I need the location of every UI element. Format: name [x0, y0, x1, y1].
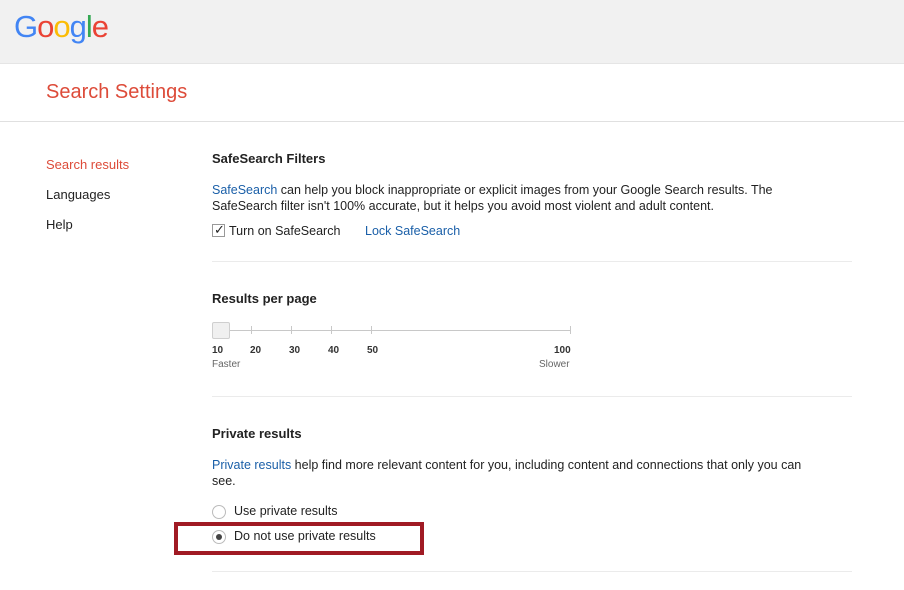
top-bar: Google	[0, 0, 904, 64]
results-slider-handle[interactable]	[212, 322, 230, 339]
sidebar-item-help[interactable]: Help	[46, 210, 129, 240]
tick-label-30: 30	[289, 345, 301, 356]
safesearch-checkbox[interactable]: ✓	[212, 222, 225, 237]
logo-letter-e: e	[91, 9, 109, 44]
slider-tick	[570, 326, 571, 334]
checkmark-icon: ✓	[214, 222, 225, 237]
tick-label-40: 40	[328, 345, 340, 356]
slider-tick	[251, 326, 252, 334]
section-divider	[212, 396, 852, 397]
private-results-desc-line2: see.	[212, 474, 236, 488]
private-results-desc-text: help find more relevant content for you,…	[291, 458, 802, 472]
sidebar-item-languages[interactable]: Languages	[46, 180, 129, 210]
section-divider	[212, 571, 852, 572]
slider-tick	[291, 326, 292, 334]
google-logo[interactable]: Google	[14, 9, 109, 45]
logo-letter-g1: G	[14, 9, 38, 44]
lock-safesearch-link[interactable]: Lock SafeSearch	[365, 224, 460, 238]
highlight-annotation-box	[174, 522, 424, 555]
section-divider	[212, 261, 852, 262]
use-private-results-radio[interactable]	[212, 505, 226, 519]
logo-letter-o1: o	[37, 9, 54, 44]
safesearch-desc-text: can help you block inappropriate or expl…	[277, 183, 773, 197]
logo-letter-g2: g	[69, 9, 87, 44]
safesearch-link[interactable]: SafeSearch	[212, 183, 277, 197]
tick-label-20: 20	[250, 345, 262, 356]
slower-label: Slower	[539, 359, 570, 370]
page-title: Search Settings	[46, 81, 188, 103]
private-results-description: Private results help find more relevant …	[212, 457, 832, 489]
results-per-page-title: Results per page	[212, 291, 317, 306]
logo-letter-o2: o	[53, 9, 70, 44]
faster-label: Faster	[212, 359, 241, 370]
settings-sidebar: Search results Languages Help	[46, 150, 129, 240]
private-results-link[interactable]: Private results	[212, 458, 291, 472]
use-private-results-label[interactable]: Use private results	[234, 504, 338, 518]
sidebar-item-search-results[interactable]: Search results	[46, 150, 129, 180]
safesearch-checkbox-label[interactable]: Turn on SafeSearch	[229, 224, 340, 238]
slider-tick	[371, 326, 372, 334]
tick-label-10: 10	[212, 345, 224, 356]
tick-label-50: 50	[367, 345, 379, 356]
safesearch-description: SafeSearch can help you block inappropri…	[212, 182, 832, 214]
safesearch-title: SafeSearch Filters	[212, 151, 326, 166]
safesearch-desc-line2: SafeSearch filter isn't 100% accurate, b…	[212, 199, 714, 213]
subheader: Search Settings	[0, 64, 904, 122]
results-slider-track[interactable]	[221, 330, 571, 331]
private-results-title: Private results	[212, 426, 302, 441]
slider-tick	[331, 326, 332, 334]
tick-label-100: 100	[554, 345, 571, 356]
